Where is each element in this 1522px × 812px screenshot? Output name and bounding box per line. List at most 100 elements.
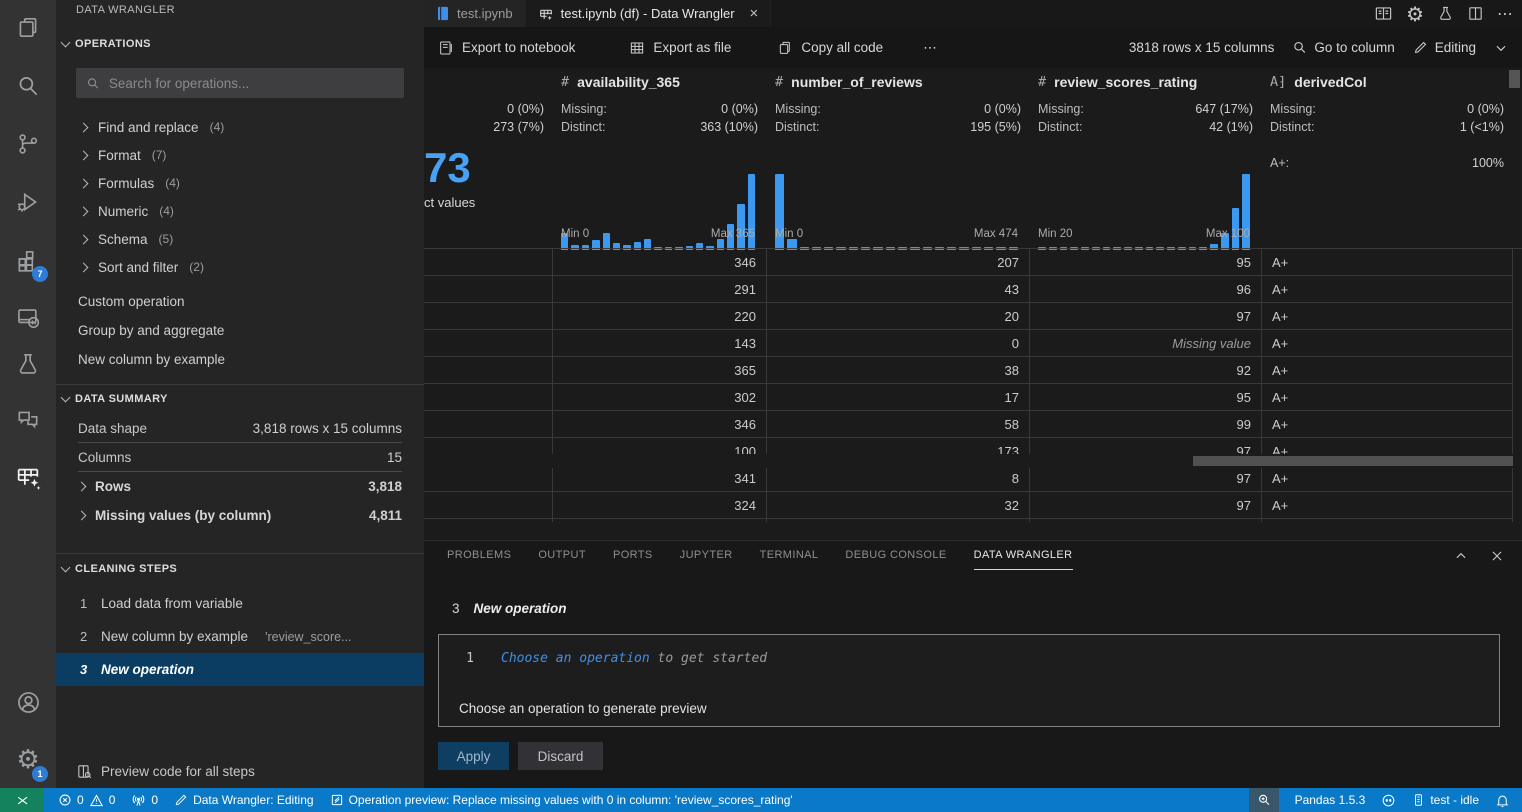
operation-category[interactable]: Numeric(4) xyxy=(56,197,424,225)
table-cell[interactable]: A+ xyxy=(1262,357,1513,384)
table-cell[interactable]: 43 xyxy=(767,276,1030,303)
table-cell[interactable]: A+ xyxy=(1262,465,1513,492)
table-cell[interactable] xyxy=(424,519,553,522)
operation-link[interactable]: Group by and aggregate xyxy=(56,316,424,345)
table-cell[interactable]: A+ xyxy=(1262,303,1513,330)
data-summary-section-header[interactable]: DATA SUMMARY xyxy=(62,393,168,405)
table-cell[interactable]: 143 xyxy=(553,330,767,357)
operation-category[interactable]: Schema(5) xyxy=(56,225,424,253)
table-cell[interactable]: A+ xyxy=(1262,276,1513,303)
table-cell[interactable]: 302 xyxy=(553,384,767,411)
table-cell[interactable]: A+ xyxy=(1262,249,1513,276)
operations-search[interactable] xyxy=(76,68,404,98)
cleaning-step[interactable]: 2New column by example'review_score... xyxy=(56,620,424,653)
operation-category[interactable]: Sort and filter(2) xyxy=(56,253,424,281)
table-row[interactable]: 3465899A+ xyxy=(424,411,1522,438)
table-row[interactable]: 34610197A+ xyxy=(424,519,1522,522)
gear-icon[interactable]: ⚙ xyxy=(1406,4,1424,24)
editing-mode-button[interactable]: Editing xyxy=(1413,40,1476,55)
table-cell[interactable]: 346 xyxy=(553,411,767,438)
pandas-version-status[interactable]: Pandas 1.5.3 xyxy=(1287,788,1374,812)
table-cell[interactable]: A+ xyxy=(1262,411,1513,438)
table-cell[interactable]: 96 xyxy=(1030,276,1262,303)
open-notebook-icon[interactable] xyxy=(1374,4,1393,23)
table-cell[interactable] xyxy=(424,276,553,303)
table-cell[interactable]: 365 xyxy=(553,357,767,384)
table-row[interactable]: 2202097A+ xyxy=(424,303,1522,330)
table-cell[interactable]: 17 xyxy=(767,384,1030,411)
panel-tab-problems[interactable]: PROBLEMS xyxy=(447,549,511,570)
table-cell[interactable] xyxy=(424,411,553,438)
table-cell[interactable]: 92 xyxy=(1030,357,1262,384)
search-icon[interactable] xyxy=(0,66,56,106)
account-icon[interactable] xyxy=(0,682,56,722)
search-input[interactable] xyxy=(109,76,394,91)
table-cell[interactable]: A+ xyxy=(1262,519,1513,522)
table-cell[interactable]: 346 xyxy=(553,249,767,276)
chevron-up-icon[interactable] xyxy=(1454,549,1468,563)
table-cell[interactable]: 95 xyxy=(1030,249,1262,276)
horizontal-scrollbar[interactable] xyxy=(424,454,1522,468)
testing-beaker-icon[interactable] xyxy=(1437,5,1454,22)
table-cell[interactable]: 97 xyxy=(1030,303,1262,330)
vertical-scrollbar-thumb[interactable] xyxy=(1509,70,1520,88)
cleaning-step[interactable]: 3New operation xyxy=(56,653,424,686)
more-actions-icon[interactable]: ⋯ xyxy=(1497,4,1514,24)
summary-row[interactable]: Missing values (by column)4,811 xyxy=(56,501,424,530)
operations-section-header[interactable]: OPERATIONS xyxy=(62,38,151,50)
column-header-review-scores-rating[interactable]: #review_scores_rating Missing:647 (17%) … xyxy=(1030,68,1262,248)
table-cell[interactable]: 0 xyxy=(767,330,1030,357)
table-cell[interactable]: 341 xyxy=(553,465,767,492)
table-cell[interactable]: Missing value xyxy=(1030,330,1262,357)
preview-code-link[interactable]: Preview code for all steps xyxy=(76,763,255,780)
table-cell[interactable]: 99 xyxy=(1030,411,1262,438)
source-control-icon[interactable] xyxy=(0,124,56,164)
table-cell[interactable] xyxy=(424,465,553,492)
panel-tab-debug-console[interactable]: DEBUG CONSOLE xyxy=(845,549,946,570)
files-icon[interactable] xyxy=(0,8,56,48)
chevron-down-icon[interactable] xyxy=(1494,41,1508,55)
close-icon[interactable]: × xyxy=(750,6,759,21)
table-row[interactable]: 2914396A+ xyxy=(424,276,1522,303)
notifications-status[interactable] xyxy=(1487,788,1522,812)
table-row[interactable]: 341897A+ xyxy=(424,465,1522,492)
table-cell[interactable]: 101 xyxy=(767,519,1030,522)
table-cell[interactable] xyxy=(424,357,553,384)
code-preview-editor[interactable]: 1 Choose an operation to get started Cho… xyxy=(438,634,1500,727)
data-wrangler-mode-status[interactable]: Data Wrangler: Editing xyxy=(166,788,322,812)
close-icon[interactable] xyxy=(1490,549,1504,563)
table-cell[interactable]: A+ xyxy=(1262,492,1513,519)
comments-icon[interactable] xyxy=(0,400,56,440)
table-cell[interactable]: 291 xyxy=(553,276,767,303)
table-row[interactable]: 34620795A+ xyxy=(424,249,1522,276)
operation-category[interactable]: Find and replace(4) xyxy=(56,113,424,141)
column-header-availability-365[interactable]: #availability_365 Missing:0 (0%) Distinc… xyxy=(553,68,767,248)
table-cell[interactable]: 324 xyxy=(553,492,767,519)
extensions-icon[interactable]: 7 xyxy=(0,240,56,280)
table-cell[interactable]: A+ xyxy=(1262,330,1513,357)
panel-tab-jupyter[interactable]: JUPYTER xyxy=(680,549,733,570)
table-cell[interactable]: 220 xyxy=(553,303,767,330)
panel-tab-terminal[interactable]: TERMINAL xyxy=(760,549,819,570)
operation-preview-status[interactable]: Operation preview: Replace missing value… xyxy=(322,788,801,812)
tab-test-ipynb[interactable]: test.ipynb xyxy=(424,0,526,27)
operation-category[interactable]: Format(7) xyxy=(56,141,424,169)
operation-link[interactable]: Custom operation xyxy=(56,287,424,316)
panel-tab-output[interactable]: OUTPUT xyxy=(538,549,586,570)
table-row[interactable]: 3653892A+ xyxy=(424,357,1522,384)
column-header-number-of-reviews[interactable]: #number_of_reviews Missing:0 (0%) Distin… xyxy=(767,68,1030,248)
table-cell[interactable]: 346 xyxy=(553,519,767,522)
settings-gear-icon[interactable]: ⚙ 1 xyxy=(0,740,56,780)
table-cell[interactable]: 20 xyxy=(767,303,1030,330)
choose-operation-link[interactable]: Choose an operation xyxy=(501,651,650,666)
table-row[interactable]: 3243297A+ xyxy=(424,492,1522,519)
table-cell[interactable]: 8 xyxy=(767,465,1030,492)
remote-explorer-icon[interactable] xyxy=(0,298,56,338)
table-cell[interactable] xyxy=(424,330,553,357)
data-wrangler-icon[interactable] xyxy=(0,456,56,496)
operation-link[interactable]: New column by example xyxy=(56,345,424,374)
table-cell[interactable]: 97 xyxy=(1030,519,1262,522)
cleaning-steps-section-header[interactable]: CLEANING STEPS xyxy=(62,563,177,575)
table-cell[interactable] xyxy=(424,249,553,276)
table-cell[interactable]: 97 xyxy=(1030,465,1262,492)
